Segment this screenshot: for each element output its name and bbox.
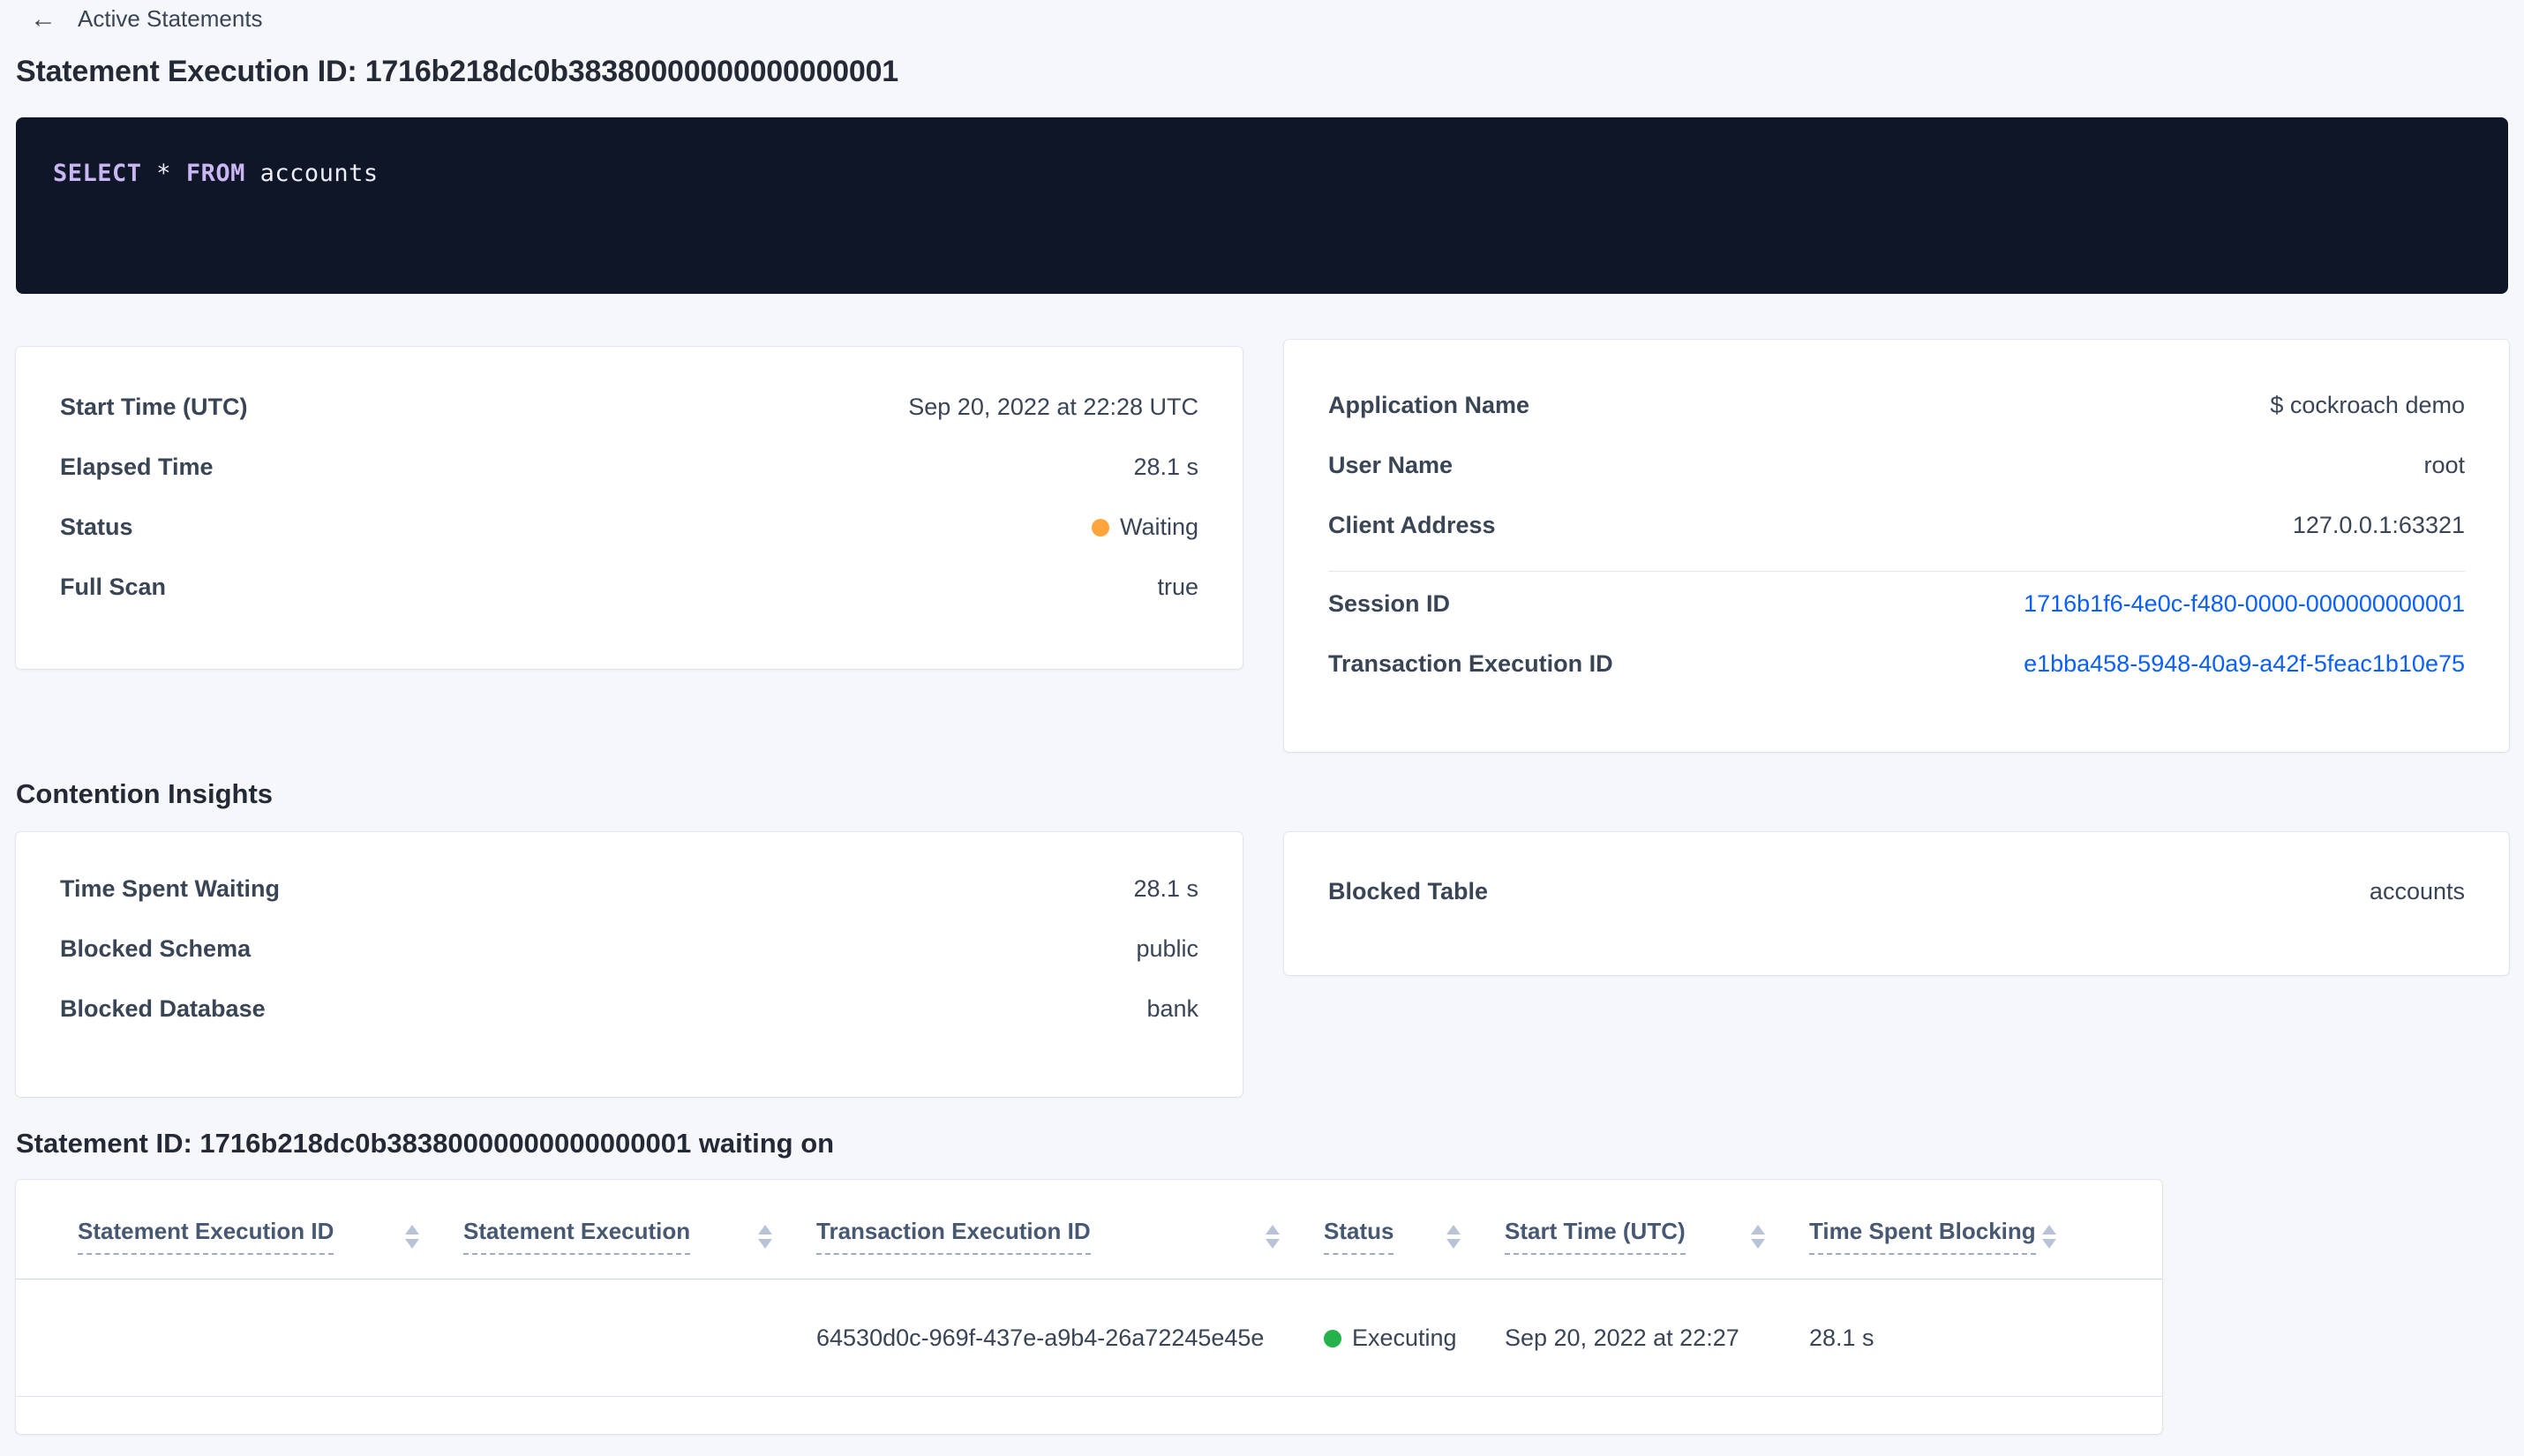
kv-row-user-name: User Name root (1328, 451, 2465, 479)
sort-icon (2042, 1224, 2056, 1249)
kv-row-blocked-schema: Blocked Schema public (60, 934, 1198, 963)
table-header-row: Statement Execution ID Statement Executi… (16, 1180, 2162, 1280)
kv-row-time-spent-waiting: Time Spent Waiting 28.1 s (60, 874, 1198, 903)
kv-row-blocked-table: Blocked Table accounts (1328, 877, 2465, 905)
column-header-time-spent-blocking[interactable]: Time Spent Blocking (1809, 1204, 2100, 1255)
kv-value: 28.1 s (1133, 874, 1198, 902)
kv-value: Sep 20, 2022 at 22:28 UTC (908, 393, 1198, 420)
kv-value: bank (1146, 994, 1198, 1022)
back-link-label: Active Statements (78, 5, 263, 32)
kv-row-session-id: Session ID 1716b1f6-4e0c-f480-0000-00000… (1328, 589, 2465, 618)
contention-insights-heading: Contention Insights (16, 778, 274, 809)
kv-row-transaction-execution-id: Transaction Execution ID e1bba458-5948-4… (1328, 649, 2465, 678)
kv-row-full-scan: Full Scan true (60, 573, 1198, 601)
kv-row-start-time: Start Time (UTC) Sep 20, 2022 at 22:28 U… (60, 393, 1198, 421)
arrow-left-icon: ← (30, 4, 56, 34)
column-header-label: Statement Execution (463, 1218, 691, 1255)
table-row: 64530d0c-969f-437e-a9b4-26a72245e45e Exe… (16, 1280, 2162, 1397)
sql-statement-box: SELECT * FROM accounts (16, 117, 2508, 294)
sort-icon (1266, 1224, 1280, 1249)
execution-summary-card: Start Time (UTC) Sep 20, 2022 at 22:28 U… (16, 347, 1243, 669)
page-title: Statement Execution ID: 1716b218dc0b3838… (16, 55, 898, 88)
kv-label: Full Scan (60, 573, 167, 600)
kv-value: true (1157, 573, 1198, 600)
executing-status-dot-icon (1324, 1329, 1341, 1347)
column-header-transaction-execution-id[interactable]: Transaction Execution ID (816, 1204, 1324, 1255)
sort-icon (1751, 1224, 1765, 1249)
kv-value: 28.1 s (1133, 453, 1198, 480)
kv-label: Blocked Table (1328, 877, 1489, 904)
kv-label: Transaction Execution ID (1328, 649, 1613, 677)
column-header-status[interactable]: Status (1324, 1204, 1505, 1255)
kv-label: Session ID (1328, 589, 1451, 617)
waiting-on-table: Statement Execution ID Statement Executi… (16, 1180, 2162, 1434)
kv-label: Application Name (1328, 391, 1530, 418)
kv-label: Start Time (UTC) (60, 393, 248, 420)
column-header-label: Start Time (UTC) (1505, 1218, 1686, 1255)
kv-value: accounts (2369, 877, 2465, 904)
statement-details-page: ← Active Statements Statement Execution … (0, 0, 2524, 1456)
kv-label: Elapsed Time (60, 453, 214, 480)
kv-label: Time Spent Waiting (60, 874, 281, 902)
sort-icon (1446, 1224, 1461, 1249)
status-text: Waiting (1119, 513, 1198, 540)
waiting-on-heading: Statement ID: 1716b218dc0b38380000000000… (16, 1128, 835, 1159)
kv-row-elapsed-time: Elapsed Time 28.1 s (60, 453, 1198, 481)
kv-value: public (1136, 934, 1198, 962)
kv-row-client-address: Client Address 127.0.0.1:63321 (1328, 511, 2465, 539)
column-header-label: Status (1324, 1218, 1394, 1255)
kv-label: Status (60, 513, 133, 540)
blocked-table-card: Blocked Table accounts (1284, 832, 2509, 975)
kv-label: User Name (1328, 451, 1454, 478)
status-value: Waiting (1091, 513, 1198, 541)
kv-row-status: Status Waiting (60, 513, 1198, 541)
kv-row-blocked-database: Blocked Database bank (60, 994, 1198, 1023)
session-id-link[interactable]: 1716b1f6-4e0c-f480-0000-000000000001 (2024, 590, 2465, 618)
cell-status: Executing (1324, 1325, 1505, 1352)
column-header-statement-execution[interactable]: Statement Execution (463, 1204, 816, 1255)
sql-table-name: accounts (244, 160, 379, 187)
sort-icon (405, 1224, 419, 1249)
column-header-label: Transaction Execution ID (816, 1218, 1091, 1255)
sql-statement: SELECT * FROM accounts (53, 160, 2471, 187)
contention-details-card: Time Spent Waiting 28.1 s Blocked Schema… (16, 832, 1243, 1097)
back-link[interactable]: ← Active Statements (30, 5, 263, 33)
card-divider (1328, 571, 2465, 572)
cell-time-spent-blocking: 28.1 s (1809, 1324, 1874, 1351)
status-text: Executing (1352, 1324, 1457, 1351)
transaction-execution-id-link[interactable]: e1bba458-5948-40a9-a42f-5feac1b10e75 (2024, 650, 2465, 678)
kv-value: 127.0.0.1:63321 (2292, 511, 2465, 538)
kv-row-application-name: Application Name $ cockroach demo (1328, 391, 2465, 419)
kv-label: Blocked Schema (60, 934, 252, 962)
column-header-label: Statement Execution ID (78, 1218, 334, 1255)
sort-icon (758, 1224, 772, 1249)
kv-value: root (2423, 451, 2465, 478)
sql-keyword-select: SELECT (53, 160, 142, 187)
kv-value: $ cockroach demo (2270, 391, 2465, 418)
cell-start-time: Sep 20, 2022 at 22:27 (1505, 1324, 1739, 1351)
session-details-card: Application Name $ cockroach demo User N… (1284, 340, 2509, 752)
kv-label: Client Address (1328, 511, 1496, 538)
kv-label: Blocked Database (60, 994, 266, 1022)
sql-keyword-from: FROM (185, 160, 245, 187)
waiting-status-dot-icon (1091, 518, 1109, 537)
column-header-start-time[interactable]: Start Time (UTC) (1505, 1204, 1809, 1255)
column-header-label: Time Spent Blocking (1809, 1218, 2036, 1255)
column-header-statement-execution-id[interactable]: Statement Execution ID (78, 1204, 463, 1255)
sql-star: * (141, 160, 186, 187)
cell-transaction-execution-id: 64530d0c-969f-437e-a9b4-26a72245e45e (816, 1324, 1265, 1351)
